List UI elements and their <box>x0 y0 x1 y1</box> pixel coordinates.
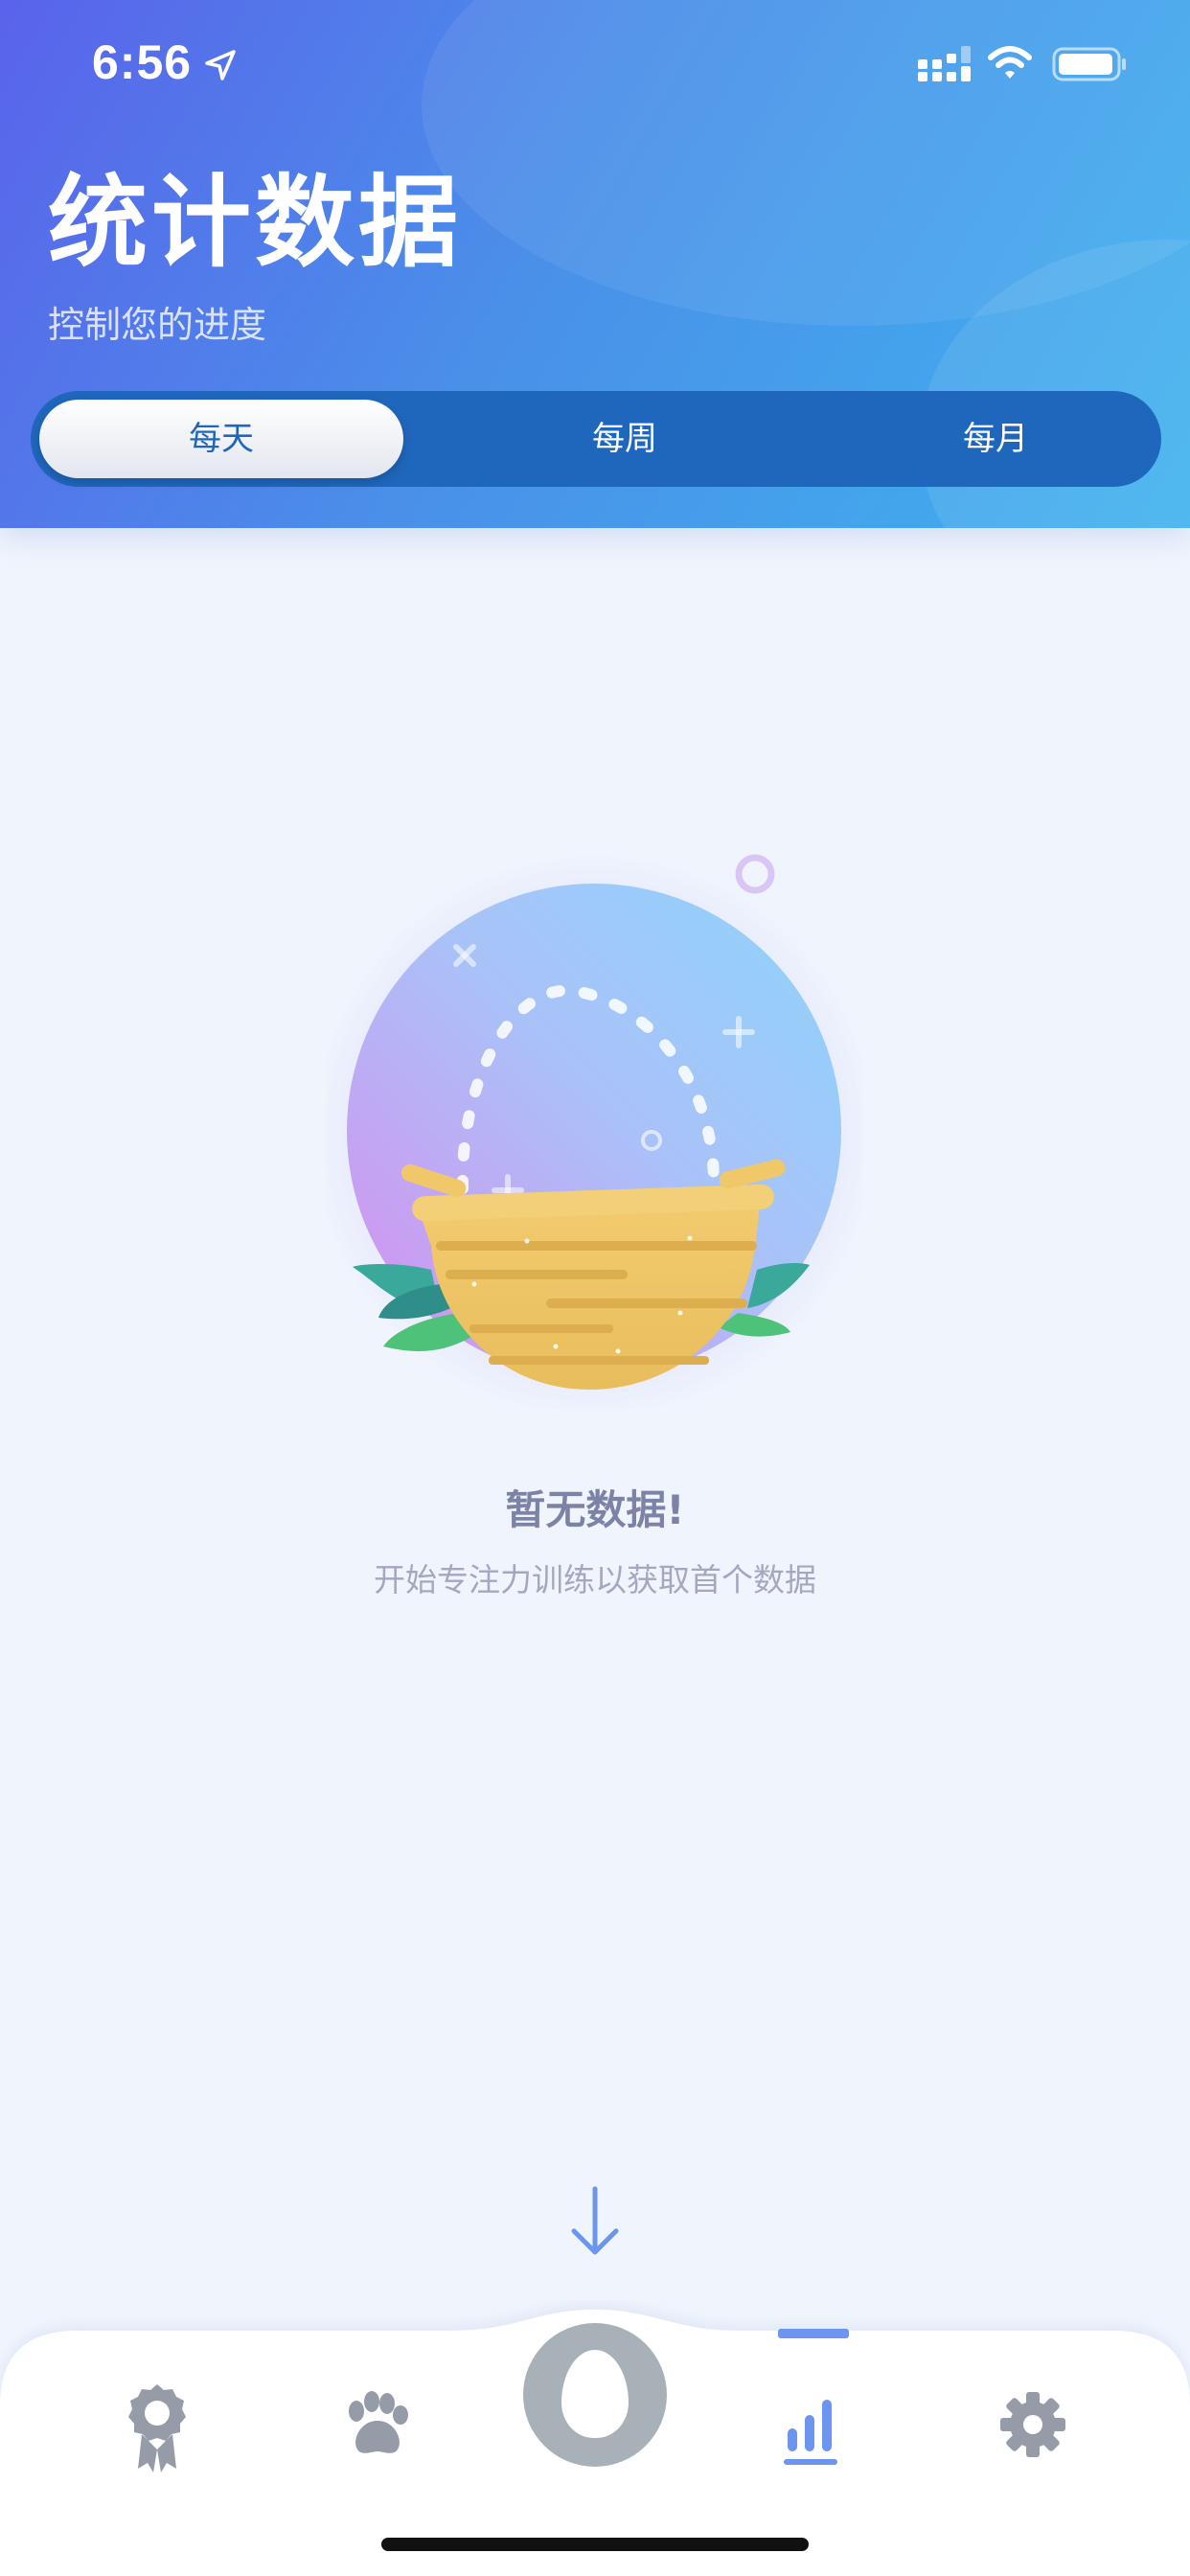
cellular-signal-icon <box>918 46 971 81</box>
segment-daily[interactable]: 每天 <box>39 400 403 478</box>
tab-achievements[interactable] <box>100 2367 215 2482</box>
empty-state-title: 暂无数据! <box>505 1486 685 1533</box>
segment-monthly[interactable]: 每月 <box>809 391 1182 487</box>
status-bar: 6:56 <box>0 0 1190 126</box>
page-title: 统计数据 <box>48 164 463 281</box>
tab-bar <box>0 2300 1190 2576</box>
badge-icon <box>128 2384 186 2472</box>
tab-statistics[interactable] <box>755 2367 870 2482</box>
arrow-down-icon <box>571 2186 619 2255</box>
empty-basket-illustration <box>326 848 862 1409</box>
home-indicator <box>381 2538 809 2551</box>
focus-egg-button[interactable] <box>523 2323 667 2467</box>
status-time: 6:56 <box>92 35 193 89</box>
bar-chart-icon <box>784 2400 837 2465</box>
paw-icon <box>349 2391 408 2453</box>
battery-icon <box>1052 47 1126 81</box>
period-segmented-control: 每天 每周 每月 <box>31 391 1161 487</box>
header: 6:56 统计数据 控制您的进度 每天 每周 每月 <box>0 0 1190 528</box>
wifi-icon <box>988 46 1032 79</box>
active-tab-indicator <box>778 2329 849 2338</box>
location-arrow-icon <box>205 50 236 80</box>
gear-icon <box>1000 2392 1065 2457</box>
page-subtitle: 控制您的进度 <box>48 304 267 346</box>
egg-icon <box>561 2350 629 2438</box>
tab-pets[interactable] <box>318 2367 433 2482</box>
tab-settings[interactable] <box>975 2367 1090 2482</box>
stats-screen: 6:56 统计数据 控制您的进度 每天 每周 每月 暂无数据! 开始专注力训练以… <box>0 0 1190 2576</box>
segment-weekly[interactable]: 每周 <box>438 391 812 487</box>
empty-state-description: 开始专注力训练以获取首个数据 <box>374 1561 816 1598</box>
